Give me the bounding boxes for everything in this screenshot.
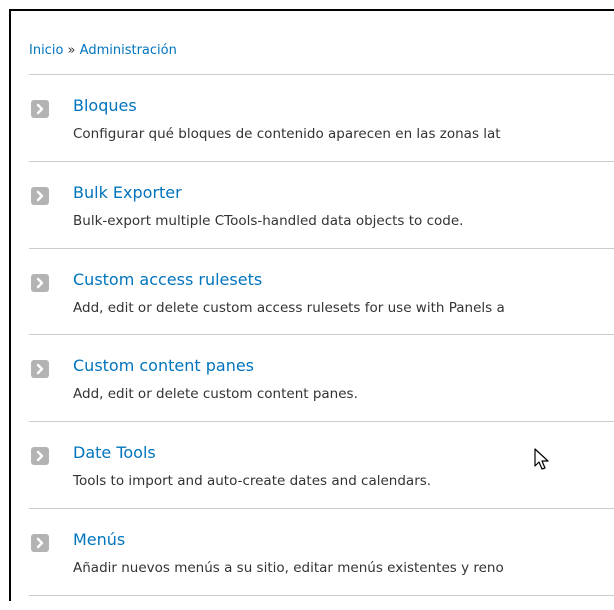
item-description: Añadir nuevos menús a su sitio, editar m… (73, 560, 504, 576)
admin-list-item: Bloques Configurar qué bloques de conten… (0, 90, 614, 176)
admin-list-item: Menús Añadir nuevos menús a su sitio, ed… (0, 524, 614, 610)
divider (29, 74, 614, 75)
divider (29, 595, 614, 596)
breadcrumb: Inicio » Administración (29, 43, 177, 58)
item-title-link[interactable]: Bulk Exporter (73, 183, 182, 202)
item-description: Configurar qué bloques de contenido apar… (73, 126, 501, 142)
divider (29, 334, 614, 335)
item-description: Add, edit or delete custom access rulese… (73, 300, 505, 316)
chevron-right-icon[interactable] (31, 534, 49, 552)
mouse-pointer-icon (534, 448, 549, 470)
breadcrumb-separator: » (67, 43, 76, 58)
item-description: Bulk-export multiple CTools-handled data… (73, 213, 464, 229)
chevron-right-icon[interactable] (31, 274, 49, 292)
item-title-link[interactable]: Custom access rulesets (73, 270, 262, 289)
chevron-right-icon[interactable] (31, 100, 49, 118)
item-description: Tools to import and auto-create dates an… (73, 473, 432, 489)
item-title-link[interactable]: Custom content panes (73, 356, 254, 375)
admin-list-item: Date Tools Tools to import and auto-crea… (0, 437, 614, 523)
divider (29, 248, 614, 249)
admin-list-item: Custom content panes Add, edit or delete… (0, 350, 614, 436)
divider (29, 161, 614, 162)
breadcrumb-home-link[interactable]: Inicio (29, 43, 63, 58)
admin-list-item: Custom access rulesets Add, edit or dele… (0, 264, 614, 350)
chevron-right-icon[interactable] (31, 187, 49, 205)
item-title-link[interactable]: Bloques (73, 96, 137, 115)
chevron-right-icon[interactable] (31, 447, 49, 465)
item-title-link[interactable]: Date Tools (73, 443, 156, 462)
divider (29, 508, 614, 509)
item-title-link[interactable]: Menús (73, 530, 125, 549)
breadcrumb-current-link[interactable]: Administración (80, 43, 177, 58)
divider (29, 421, 614, 422)
item-description: Add, edit or delete custom content panes… (73, 386, 358, 402)
admin-list-item: Bulk Exporter Bulk-export multiple CTool… (0, 177, 614, 263)
chevron-right-icon[interactable] (31, 360, 49, 378)
